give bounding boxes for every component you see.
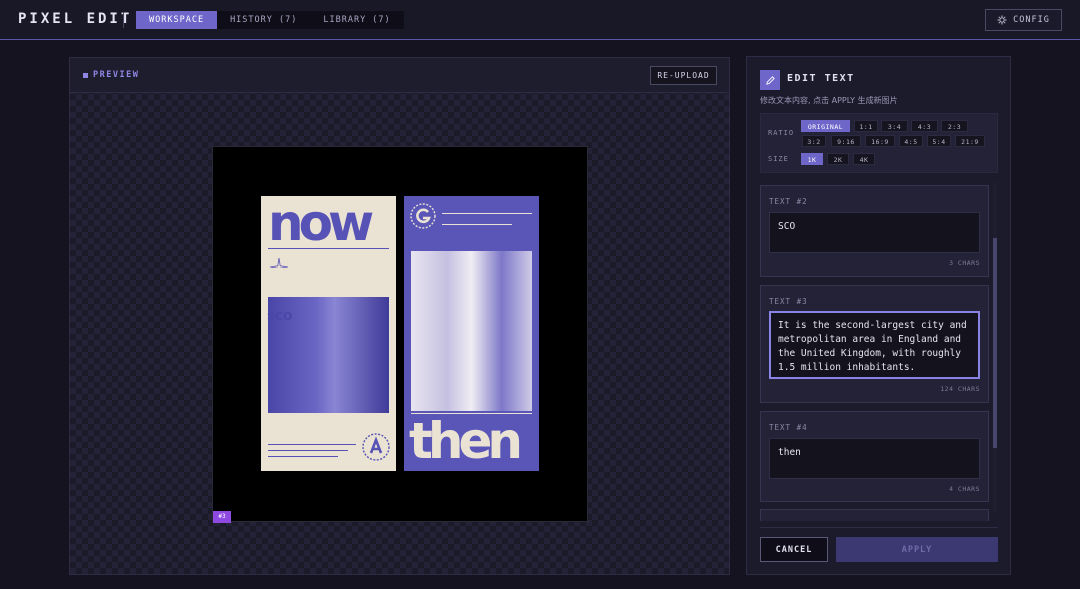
square-dot-icon	[83, 72, 88, 78]
size-label: SIZE	[768, 155, 789, 163]
text-card-label: TEXT #2	[769, 197, 808, 206]
text-input-4[interactable]: then	[769, 438, 980, 479]
ratio-size-settings: RATIO ORIGINAL 1:1 3:4 4:3 2:3 3:2 9:16 …	[760, 113, 998, 173]
ratio-option[interactable]: 4:5	[899, 135, 923, 147]
header-line	[442, 213, 532, 214]
tab-history[interactable]: HISTORY (7)	[217, 11, 310, 29]
char-count: 124 CHARS	[940, 385, 980, 393]
text-card-4: TEXT #4 then 4 CHARS	[760, 411, 989, 502]
caption-line	[268, 456, 338, 457]
edit-text-panel: EDIT TEXT 修改文本内容, 点击 APPLY 生成新图片 RATIO O…	[746, 56, 1011, 575]
title-divider	[123, 12, 124, 28]
ratio-option[interactable]: 16:9	[865, 135, 895, 147]
ratio-option[interactable]: 1:1	[854, 120, 878, 132]
char-count: 3 CHARS	[949, 259, 980, 267]
city-photo-now	[268, 268, 389, 413]
apply-button[interactable]: APPLY	[836, 537, 998, 562]
size-option[interactable]: 1K	[801, 153, 823, 165]
caption-line	[268, 450, 348, 451]
ratio-option[interactable]: 2:3	[941, 120, 968, 132]
text-card-3: TEXT #3 It is the second-largest city an…	[760, 285, 989, 403]
caption-line	[268, 444, 356, 445]
gear-icon	[997, 15, 1007, 25]
badge-a-icon	[362, 433, 390, 461]
layer-tag[interactable]: #3	[213, 511, 231, 523]
ratio-option[interactable]: 3:4	[881, 120, 908, 132]
pencil-icon	[760, 70, 780, 90]
text-card-5-partial	[760, 509, 989, 521]
scrollbar-thumb[interactable]	[993, 238, 997, 448]
preview-title: PREVIEW	[83, 70, 139, 80]
main-tabs: WORKSPACE HISTORY (7) LIBRARY (7)	[136, 11, 404, 29]
ratio-option[interactable]: 21:9	[955, 135, 985, 147]
poster-overlay-text: SCO	[267, 310, 293, 323]
size-option[interactable]: 4K	[853, 153, 875, 165]
poster-headline-then: then	[409, 412, 523, 470]
text-card-label: TEXT #3	[769, 297, 808, 306]
city-photo-then	[411, 251, 532, 411]
ratio-option[interactable]: 4:3	[911, 120, 938, 132]
ratio-option[interactable]: ORIGINAL	[801, 120, 850, 132]
edit-title: EDIT TEXT	[787, 73, 855, 84]
divider-line	[268, 248, 389, 249]
config-label: CONFIG	[1013, 15, 1050, 25]
poster-headline-now: now	[268, 196, 374, 252]
size-option[interactable]: 2K	[827, 153, 849, 165]
char-count: 4 CHARS	[949, 485, 980, 493]
text-card-2: TEXT #2 SCO 3 CHARS	[760, 185, 989, 277]
preview-title-text: PREVIEW	[93, 70, 140, 80]
tab-workspace[interactable]: WORKSPACE	[136, 11, 218, 29]
ratio-option[interactable]: 3:2	[802, 135, 826, 147]
poster-then: then	[404, 196, 539, 471]
tab-library[interactable]: LIBRARY (7)	[310, 11, 403, 29]
footer-divider	[760, 527, 998, 528]
poster-now: now SCO	[261, 196, 396, 471]
text-input-2[interactable]: SCO	[769, 212, 980, 253]
reupload-button[interactable]: RE-UPLOAD	[650, 66, 717, 85]
header-line	[442, 224, 512, 225]
badge-g-icon	[410, 203, 436, 229]
ratio-option[interactable]: 5:4	[927, 135, 951, 147]
text-card-label: TEXT #4	[769, 423, 808, 432]
text-input-3[interactable]: It is the second-largest city and metrop…	[769, 311, 980, 379]
preview-panel: PREVIEW RE-UPLOAD now SCO then #3	[69, 57, 730, 575]
ratio-label: RATIO	[768, 129, 795, 137]
preview-header: PREVIEW RE-UPLOAD	[70, 58, 729, 93]
cancel-button[interactable]: CANCEL	[760, 537, 828, 562]
ratio-option[interactable]: 9:16	[831, 135, 861, 147]
config-button[interactable]: CONFIG	[985, 9, 1062, 31]
top-bar: PIXEL EDIT WORKSPACE HISTORY (7) LIBRARY…	[0, 0, 1080, 40]
edit-subtitle: 修改文本内容, 点击 APPLY 生成新图片	[760, 96, 898, 105]
app-title: PIXEL EDIT	[18, 11, 133, 27]
